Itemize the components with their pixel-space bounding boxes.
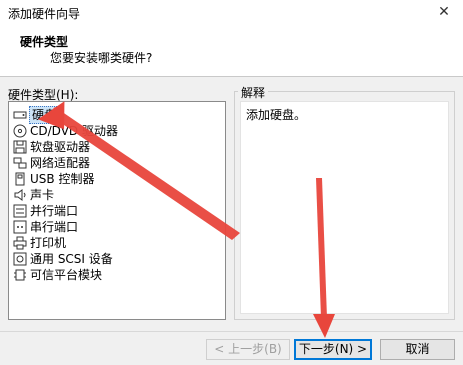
- window-title: 添加硬件向导: [8, 7, 81, 21]
- wizard-header: 硬件类型 您要安装哪类硬件?: [0, 26, 463, 77]
- list-item-label: 并行端口: [30, 204, 79, 218]
- list-item-label: 通用 SCSI 设备: [30, 252, 113, 266]
- network-adapter-icon: [13, 156, 27, 170]
- footer-divider: [0, 331, 463, 332]
- list-item-label: USB 控制器: [30, 172, 95, 186]
- list-item-label: 串行端口: [30, 220, 79, 234]
- explanation-text: 添加硬盘。: [246, 108, 307, 122]
- parallel-port-icon: [13, 204, 27, 218]
- hard-disk-icon: [13, 108, 27, 122]
- page-title: 硬件类型: [20, 35, 69, 49]
- list-item-tpm[interactable]: 可信平台模块: [13, 267, 102, 283]
- back-button[interactable]: < 上一步(B): [206, 339, 290, 360]
- close-icon: ✕: [438, 4, 450, 20]
- floppy-icon: [13, 140, 27, 154]
- list-item-network-adapter[interactable]: 网络适配器: [13, 155, 90, 171]
- list-item-label: 可信平台模块: [30, 268, 103, 282]
- close-button[interactable]: ✕: [425, 0, 463, 26]
- list-item-cd-dvd[interactable]: CD/DVD 驱动器: [13, 123, 118, 139]
- list-item-floppy[interactable]: 软盘驱动器: [13, 139, 90, 155]
- list-item-parallel-port[interactable]: 并行端口: [13, 203, 78, 219]
- list-item-serial-port[interactable]: 串行端口: [13, 219, 78, 235]
- list-item-label: CD/DVD 驱动器: [30, 124, 118, 138]
- list-item-label: 软盘驱动器: [30, 140, 91, 154]
- cancel-button[interactable]: 取消: [380, 339, 455, 360]
- tpm-icon: [13, 268, 27, 282]
- explanation-panel: [240, 101, 449, 314]
- hardware-type-list[interactable]: 硬盘 CD/DVD 驱动器 软盘驱动器 网络适配器 USB 控制器 声卡 并行端…: [8, 101, 226, 320]
- list-item-label: 声卡: [30, 188, 55, 202]
- scsi-icon: [13, 252, 27, 266]
- cd-dvd-icon: [13, 124, 27, 138]
- list-item-sound-card[interactable]: 声卡: [13, 187, 54, 203]
- list-item-scsi[interactable]: 通用 SCSI 设备: [13, 251, 113, 267]
- page-subtitle: 您要安装哪类硬件?: [50, 51, 153, 65]
- list-item-label: 硬盘: [29, 106, 60, 124]
- list-item-hard-disk[interactable]: 硬盘: [13, 106, 60, 124]
- title-bar: 添加硬件向导 ✕: [0, 0, 463, 26]
- list-item-label: 网络适配器: [30, 156, 91, 170]
- sound-card-icon: [13, 188, 27, 202]
- list-item-printer[interactable]: 打印机: [13, 235, 66, 251]
- printer-icon: [13, 236, 27, 250]
- serial-port-icon: [13, 220, 27, 234]
- list-item-label: 打印机: [30, 236, 67, 250]
- list-item-usb[interactable]: USB 控制器: [13, 171, 94, 187]
- next-button[interactable]: 下一步(N) >: [294, 339, 372, 360]
- explanation-title: 解释: [238, 84, 269, 101]
- usb-icon: [13, 172, 27, 186]
